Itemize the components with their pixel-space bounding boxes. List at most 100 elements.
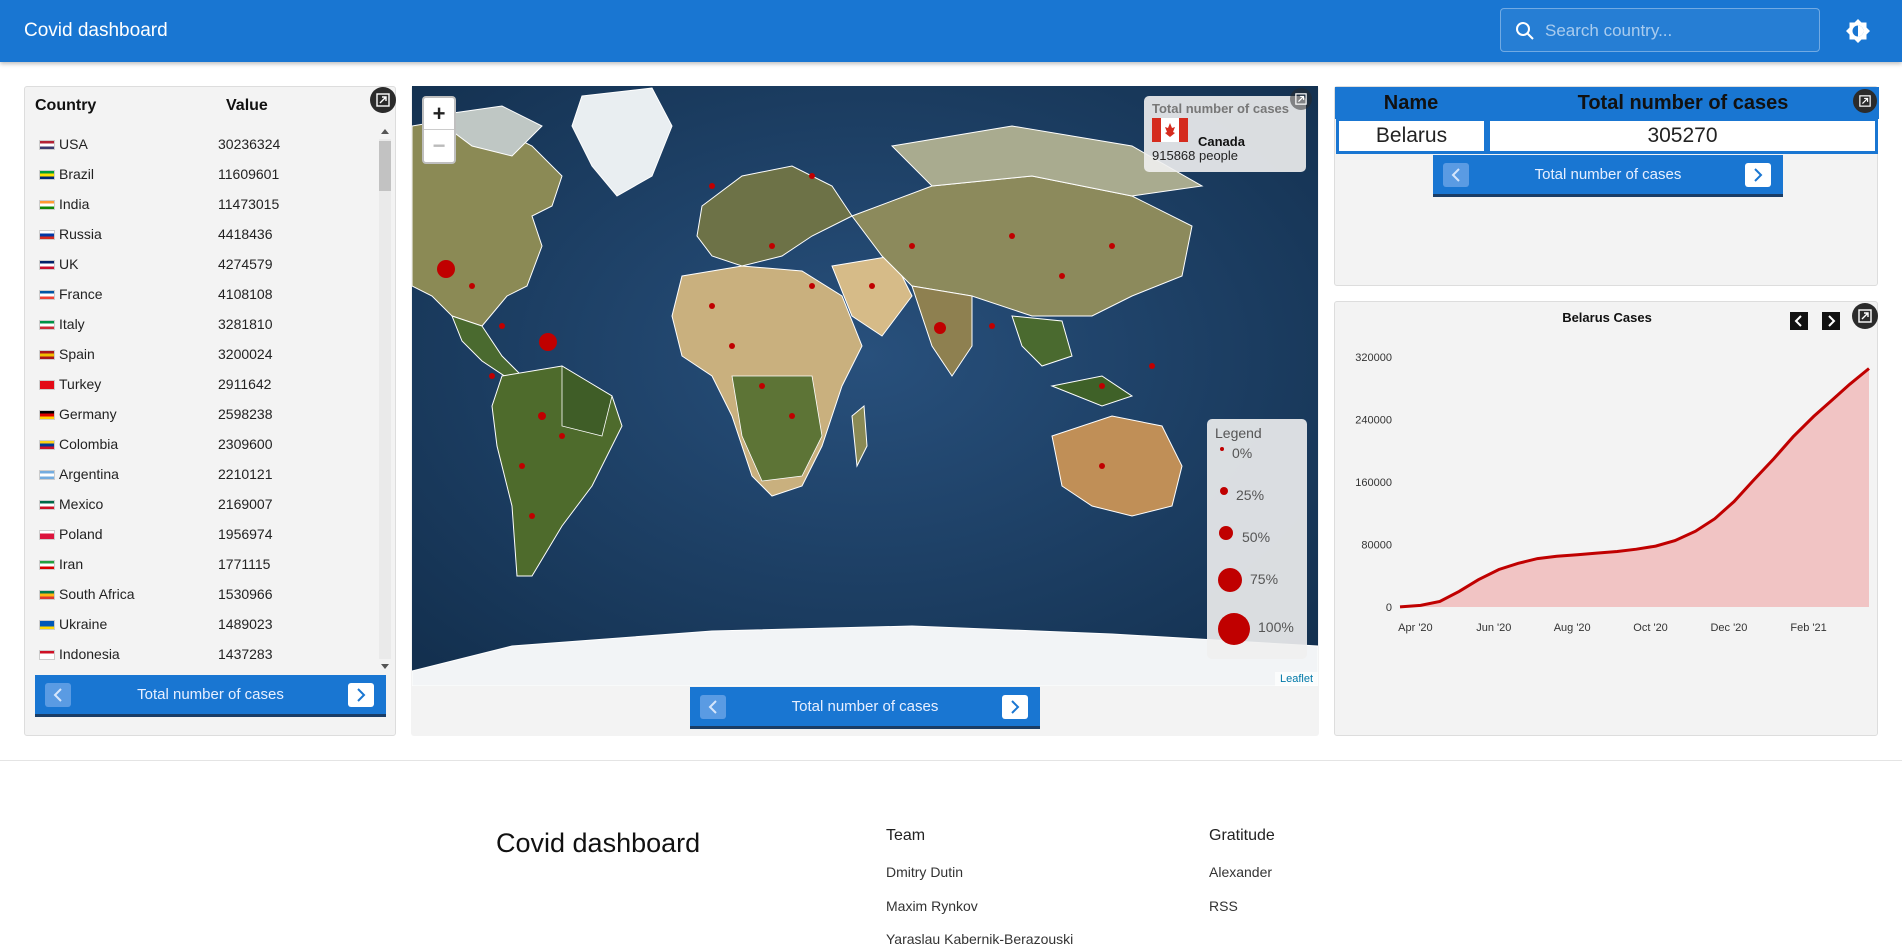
list-item[interactable]: Ukraine 1489023 <box>35 609 387 639</box>
list-item[interactable]: South Africa 1530966 <box>35 579 387 609</box>
cases-chart: Belarus Cases 0 80000 160000 240000 320000 A… <box>1355 310 1870 634</box>
chart-x-ticks: Apr '20 Jun '20 Aug '20 Oct '20 Dec '20 Feb '… <box>1398 622 1827 634</box>
chart-next-button[interactable] <box>1822 312 1840 330</box>
expand-icon <box>1858 309 1872 323</box>
scroll-track <box>379 139 391 659</box>
chart-prev-button[interactable] <box>1790 312 1808 330</box>
list-item[interactable]: France 4108108 <box>35 279 387 309</box>
scroll-thumb[interactable] <box>379 141 391 191</box>
legend-25: 25% <box>1236 487 1265 503</box>
expand-button[interactable] <box>370 87 396 113</box>
map-background <box>412 86 1318 686</box>
country-name: Argentina <box>59 466 119 482</box>
country-value: 1530966 <box>218 586 273 602</box>
flag-icon <box>39 290 55 300</box>
country-name: Colombia <box>59 436 119 452</box>
table-header-total: Total number of cases <box>1487 87 1879 119</box>
list-item[interactable]: Italy 3281810 <box>35 309 387 339</box>
map-info-box: Total number of cases Canada 915868 peop… <box>1144 96 1306 172</box>
flag-icon <box>39 140 55 150</box>
legend-0: 0% <box>1232 445 1253 461</box>
country-name: Poland <box>59 526 103 542</box>
country-rows[interactable]: USA 30236324 Brazil 11609601 India 11473015 Ru… <box>35 129 387 709</box>
canada-flag-icon <box>1152 118 1188 142</box>
list-item[interactable]: Russia 4418436 <box>35 219 387 249</box>
zoom-in-button[interactable]: + <box>424 98 454 130</box>
top-app-bar: Covid dashboard <box>0 0 1902 62</box>
list-item[interactable]: USA 30236324 <box>35 129 387 159</box>
table-cell-total: 305270 <box>1487 118 1878 154</box>
flag-icon <box>39 380 55 390</box>
chevron-right-icon <box>357 688 366 702</box>
country-name: USA <box>59 136 88 152</box>
table-metric-switcher: Total number of cases <box>1433 155 1783 197</box>
country-value: 4274579 <box>218 256 273 272</box>
zoom-control: + − <box>422 96 456 164</box>
map-prev-button[interactable] <box>700 695 726 719</box>
map-expand-button[interactable] <box>1290 88 1312 110</box>
zoom-out-button[interactable]: − <box>424 130 454 162</box>
search-box[interactable] <box>1500 8 1820 52</box>
list-item[interactable]: Indonesia 1437283 <box>35 639 387 669</box>
chart-panel: Belarus Cases 0 80000 160000 240000 320000 A… <box>1334 301 1878 736</box>
column-value: Value <box>226 97 268 114</box>
country-value: 1956974 <box>218 526 273 542</box>
app-title: Covid dashboard <box>24 20 168 41</box>
y-tick-label: 320000 <box>1355 352 1392 364</box>
flag-icon <box>39 260 55 270</box>
chevron-right-icon <box>1011 700 1020 714</box>
country-value: 3200024 <box>218 346 273 362</box>
table-expand-button[interactable] <box>1853 89 1877 113</box>
x-tick-label: Dec '20 <box>1710 622 1747 634</box>
country-value: 11473015 <box>218 196 280 212</box>
y-tick-label: 80000 <box>1361 540 1392 552</box>
scroll-down-arrow[interactable] <box>381 664 389 669</box>
leaflet-attribution[interactable]: Leaflet <box>1274 672 1318 686</box>
y-tick-label: 160000 <box>1355 477 1392 489</box>
table-metric-label: Total number of cases <box>1534 166 1682 183</box>
country-value: 2210121 <box>218 466 273 482</box>
flag-icon <box>39 470 55 480</box>
list-scrollbar[interactable] <box>377 129 391 669</box>
column-country: Country <box>35 97 97 114</box>
chevron-left-icon <box>708 700 717 714</box>
brightness-icon[interactable] <box>1845 18 1871 44</box>
list-item[interactable]: Argentina 2210121 <box>35 459 387 489</box>
list-item[interactable]: Poland 1956974 <box>35 519 387 549</box>
country-name: Iran <box>59 556 84 572</box>
footer-title: Covid dashboard <box>496 828 701 858</box>
list-item[interactable]: Mexico 2169007 <box>35 489 387 519</box>
chevron-left-icon <box>1794 315 1802 327</box>
list-item[interactable]: Turkey 2911642 <box>35 369 387 399</box>
footer-team-member[interactable]: Dmitry Dutin <box>886 864 963 880</box>
scroll-up-arrow[interactable] <box>381 129 389 134</box>
x-tick-label: Apr '20 <box>1398 622 1433 634</box>
country-name: Brazil <box>59 166 95 182</box>
world-map[interactable]: + − Total number of cases Canada 915868 … <box>412 86 1318 686</box>
list-item[interactable]: Germany 2598238 <box>35 399 387 429</box>
list-item[interactable]: UK 4274579 <box>35 249 387 279</box>
list-item[interactable]: India 11473015 <box>35 189 387 219</box>
footer-gratitude-item[interactable]: RSS <box>1209 898 1238 914</box>
list-item[interactable]: Spain 3200024 <box>35 339 387 369</box>
chart-expand-button[interactable] <box>1852 303 1878 329</box>
country-value: 4418436 <box>218 226 273 242</box>
flag-icon <box>39 170 55 180</box>
table-next-button[interactable] <box>1745 163 1771 187</box>
list-item[interactable]: Colombia 2309600 <box>35 429 387 459</box>
country-list-panel: Country Value USA 30236324 Brazil 11609601 I… <box>24 86 396 736</box>
footer-gratitude-item[interactable]: Alexander <box>1209 864 1272 880</box>
map-next-button[interactable] <box>1002 695 1028 719</box>
table-prev-button[interactable] <box>1443 163 1469 187</box>
footer-gratitude-heading: Gratitude <box>1209 827 1275 844</box>
country-name: Mexico <box>59 496 104 512</box>
list-next-button[interactable] <box>348 683 374 707</box>
search-input[interactable] <box>1545 19 1805 43</box>
footer-team-member[interactable]: Maxim Rynkov <box>886 898 978 914</box>
country-value: 4108108 <box>218 286 273 302</box>
list-item[interactable]: Brazil 11609601 <box>35 159 387 189</box>
flag-icon <box>39 560 55 570</box>
chart-y-ticks: 0 80000 160000 240000 320000 <box>1355 352 1392 614</box>
list-prev-button[interactable] <box>45 683 71 707</box>
list-item[interactable]: Iran 1771115 <box>35 549 387 579</box>
